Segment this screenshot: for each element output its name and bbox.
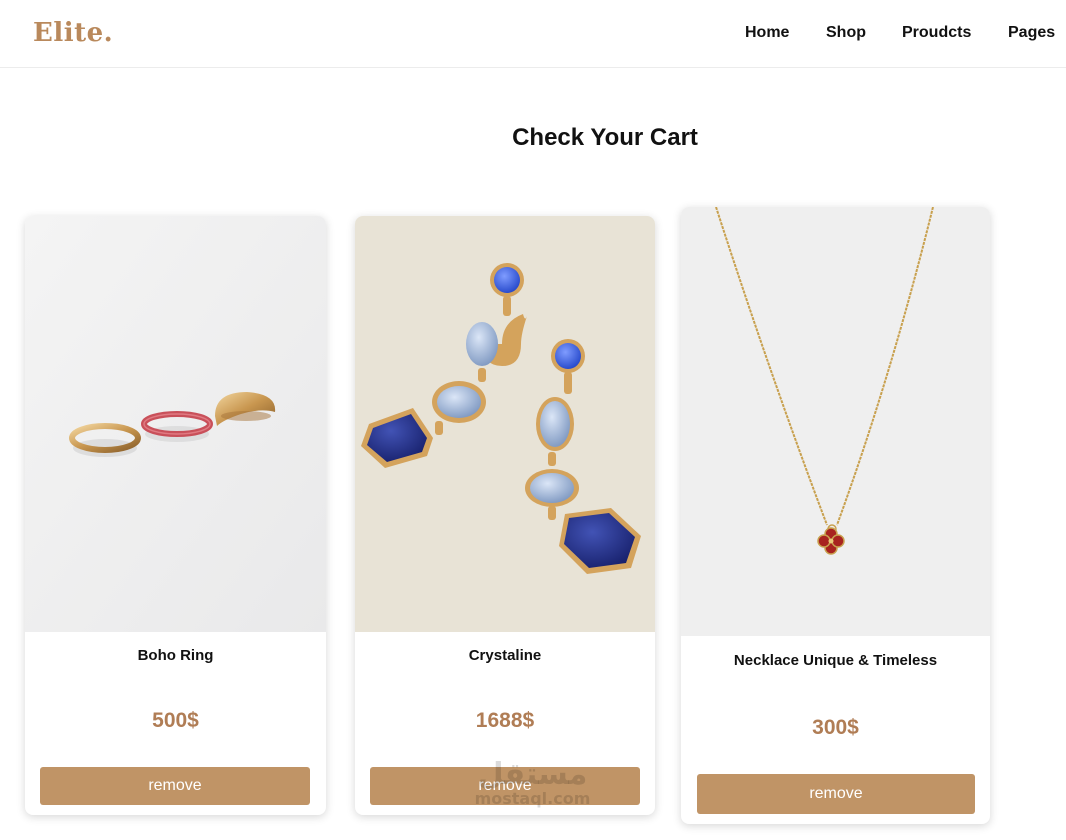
cart-item-name: Necklace Unique & Timeless (733, 652, 938, 669)
earrings-image (355, 216, 655, 632)
nav-item-pages[interactable]: Pages (1008, 24, 1055, 42)
cart-item-price: 300$ (812, 716, 859, 739)
cart-item-card: Necklace Unique & Timeless 300$ remove (681, 207, 990, 824)
main-nav: Home Shop Proudcts Pages (0, 24, 1066, 44)
cart-item-card: Boho Ring 500$ remove (25, 216, 326, 815)
nav-item-products[interactable]: Proudcts (902, 24, 971, 42)
site-header: Elite. Home Shop Proudcts Pages (0, 0, 1066, 68)
remove-button[interactable]: remove (697, 774, 975, 814)
cart-item-price: 1688$ (475, 709, 535, 732)
cart-item-price: 500$ (152, 709, 199, 732)
rings-image (25, 216, 326, 632)
cart-item-name: Crystaline (468, 647, 542, 664)
remove-button[interactable]: remove (370, 767, 640, 805)
remove-button[interactable]: remove (40, 767, 310, 805)
necklace-image (681, 207, 990, 636)
cart-item-name: Boho Ring (137, 647, 214, 664)
nav-item-home[interactable]: Home (745, 24, 789, 42)
page-title: Check Your Cart (512, 124, 698, 151)
cart-item-card: Crystaline 1688$ remove (355, 216, 655, 815)
nav-item-shop[interactable]: Shop (826, 24, 866, 42)
